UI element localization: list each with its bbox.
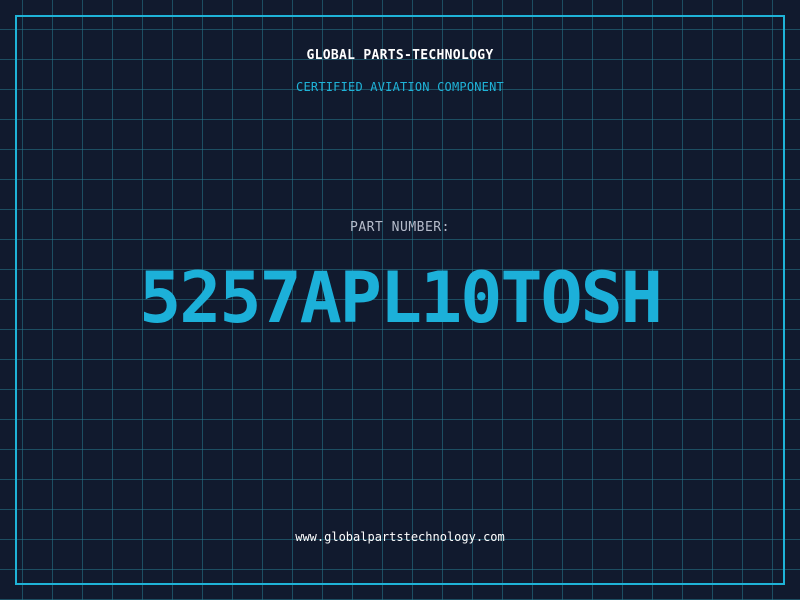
website-url: www.globalpartstechnology.com (295, 530, 505, 544)
part-number-value: 5257APL10TOSH (139, 257, 663, 339)
company-name: GLOBAL PARTS-TECHNOLOGY (306, 48, 494, 63)
certification-subtitle: CERTIFIED AVIATION COMPONENT (296, 80, 504, 94)
part-number-label: PART NUMBER: (350, 220, 450, 235)
